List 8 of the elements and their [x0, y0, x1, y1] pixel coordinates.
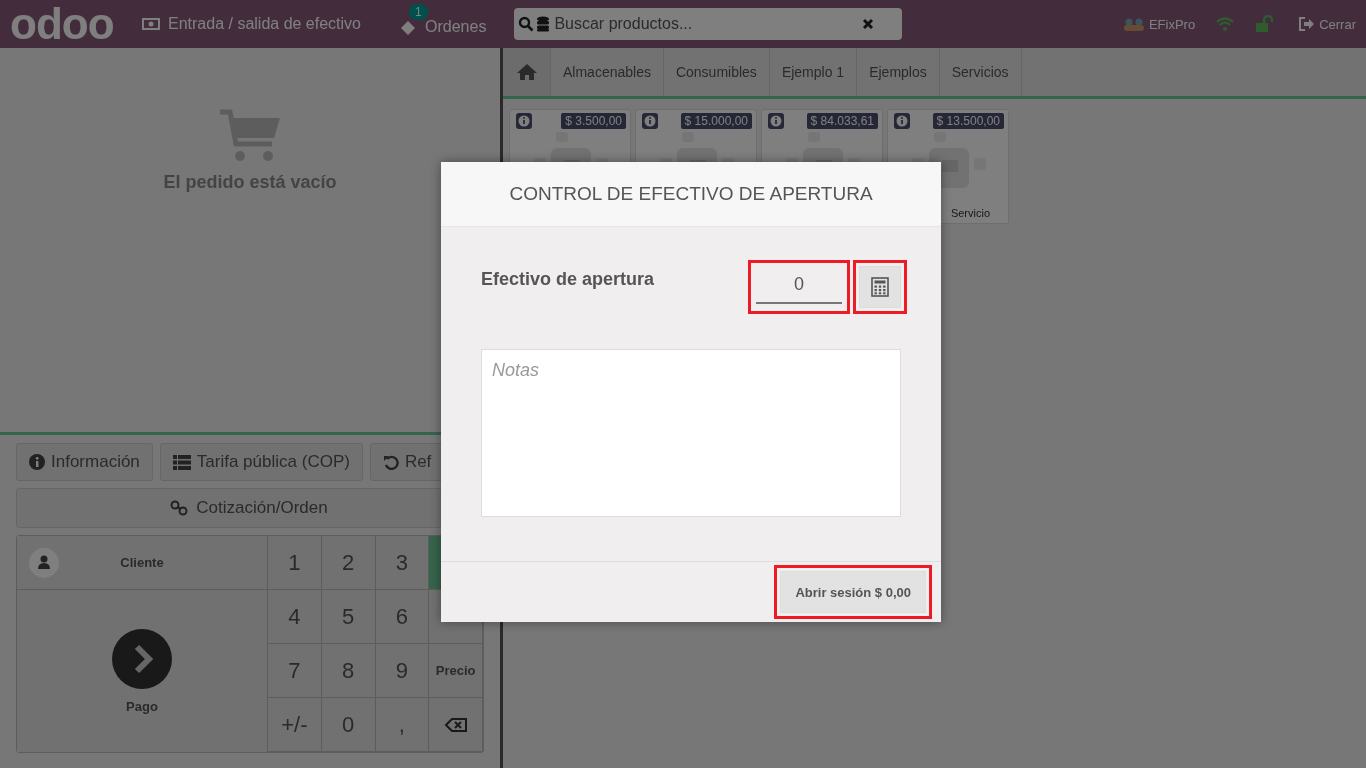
dialog-title: CONTROL DE EFECTIVO DE APERTURA: [509, 183, 873, 205]
orders-count-badge: 1: [409, 4, 428, 20]
field-label: Efectivo de apertura: [481, 269, 655, 290]
price-tag: $ 84.033,61: [806, 113, 878, 129]
product-name: Servicio: [950, 207, 990, 219]
price-tag: $ 13.500,00: [932, 113, 1004, 129]
price-tag: $ 15.000,00: [680, 113, 752, 129]
price-tag: $ 3.500,00: [561, 113, 626, 129]
